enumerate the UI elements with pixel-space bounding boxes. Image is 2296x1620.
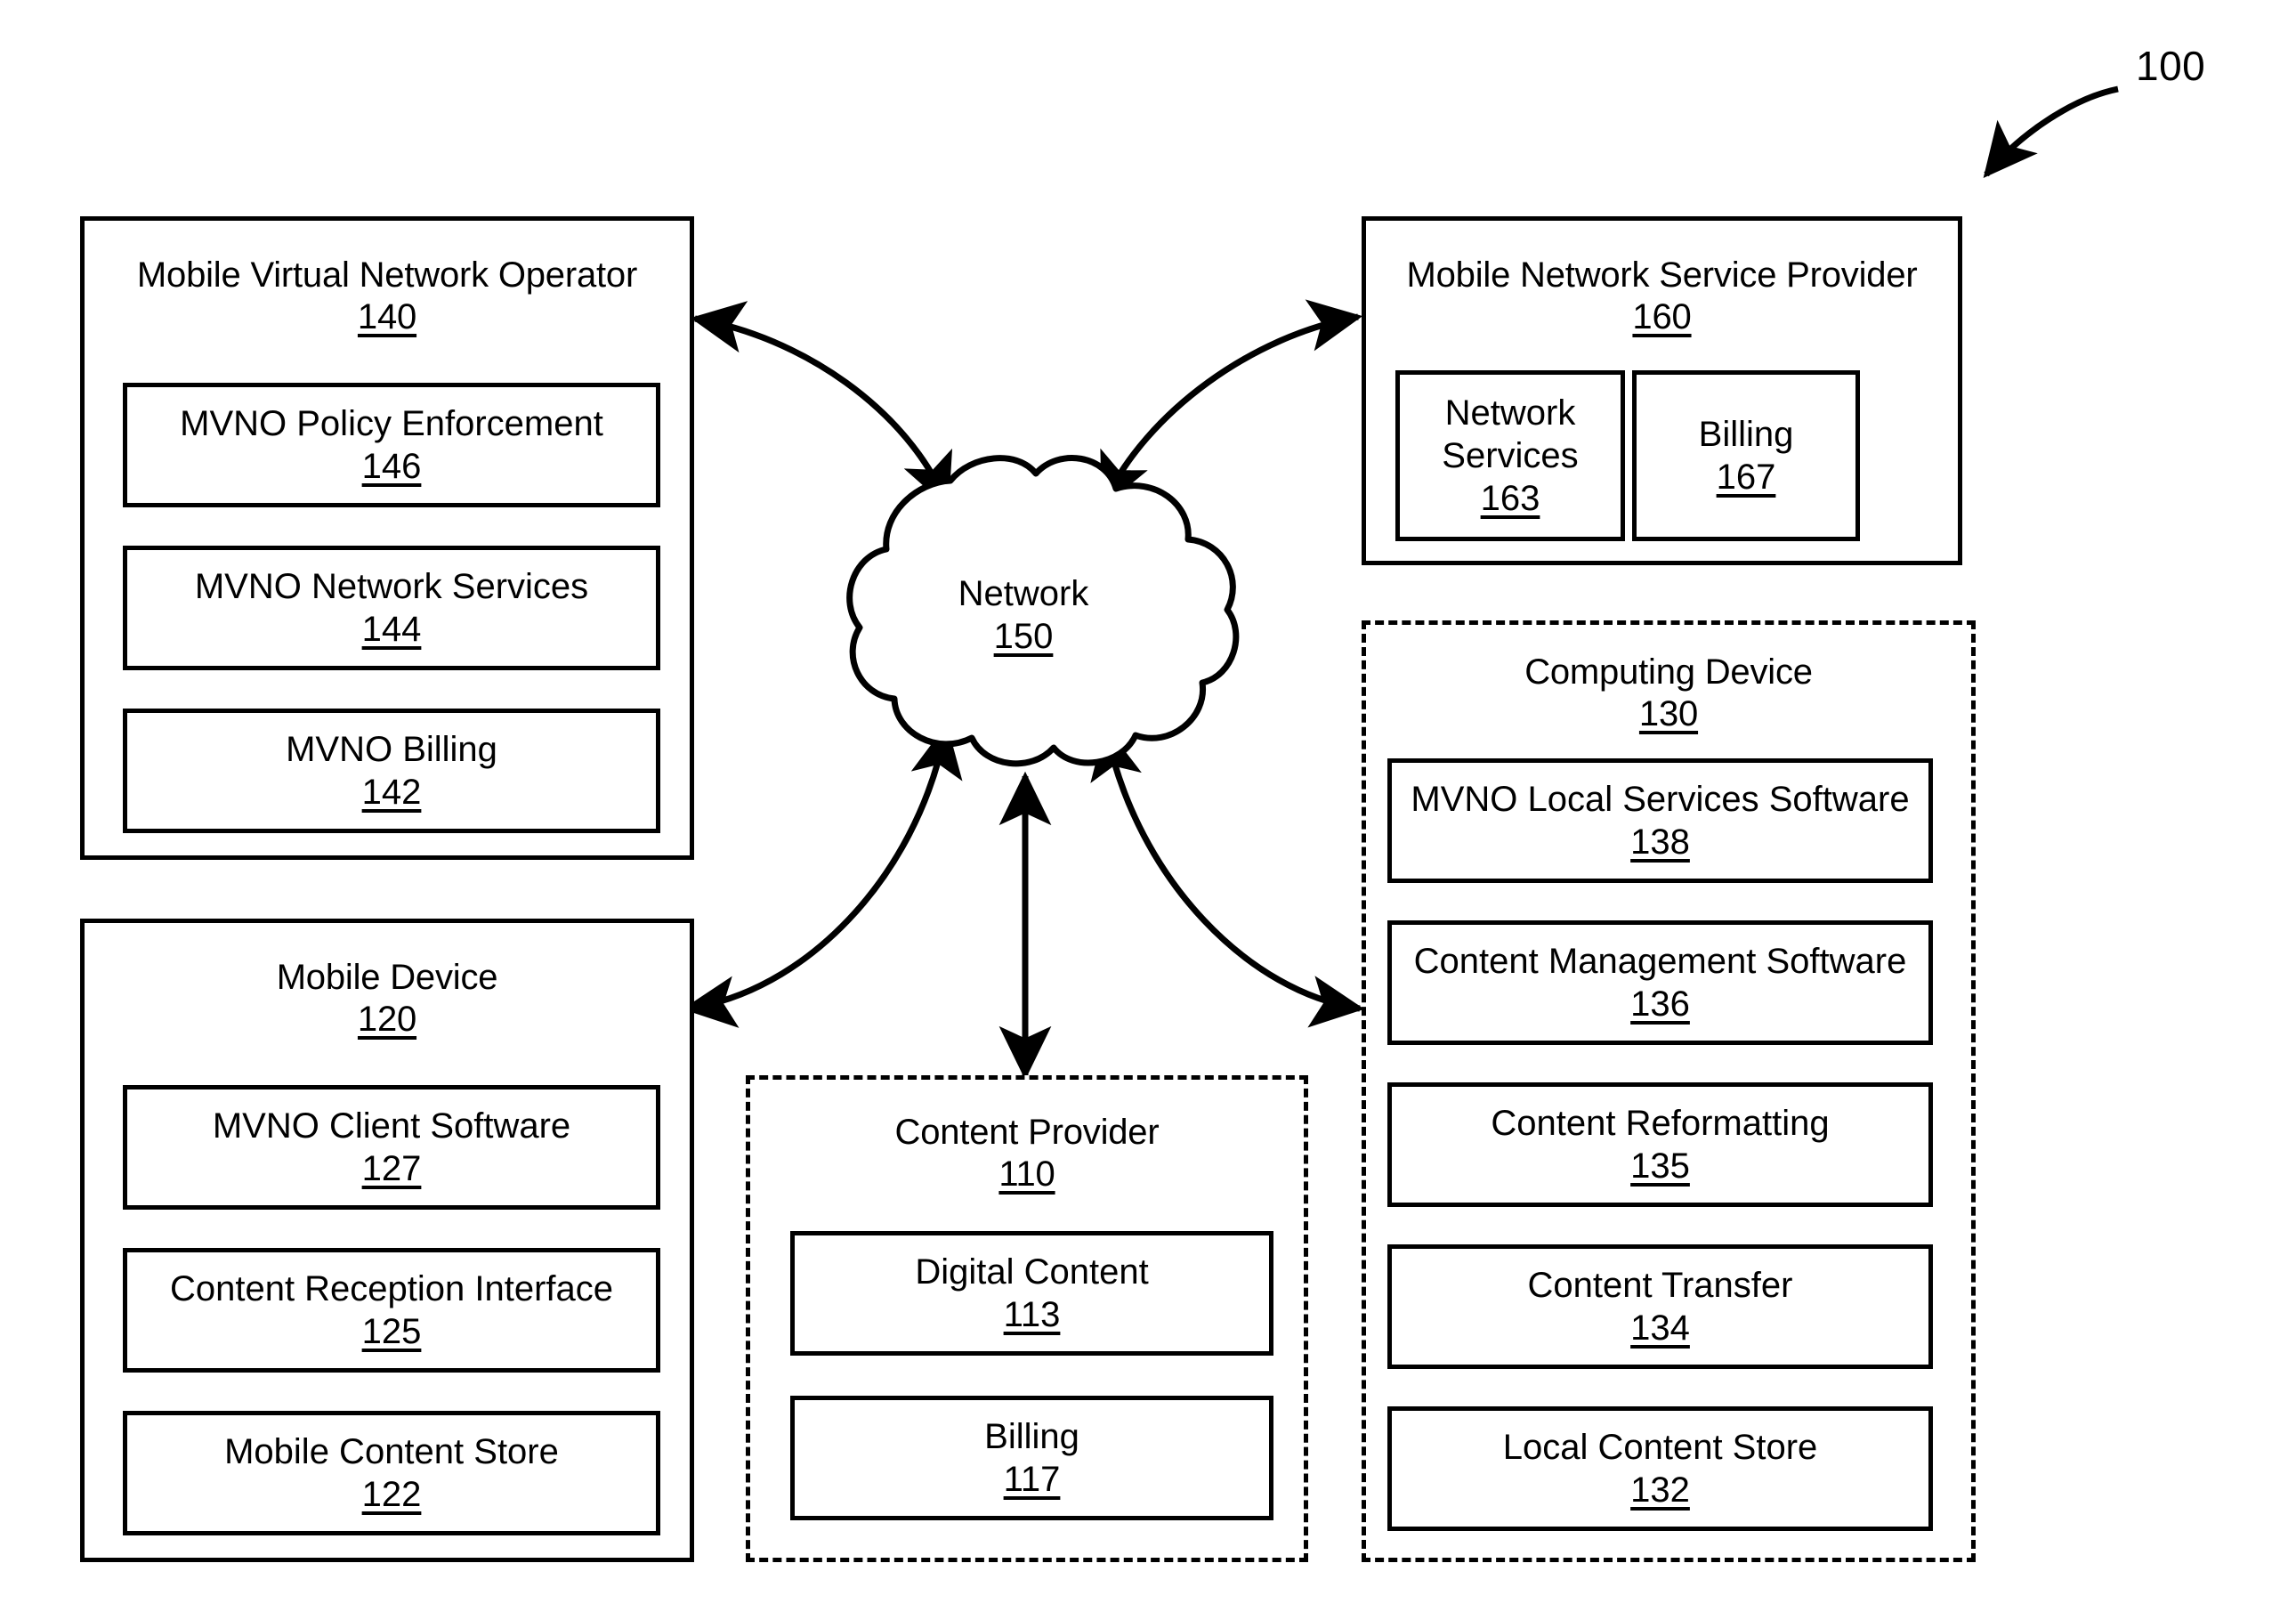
sub-ref-content-transfer: 134 bbox=[1630, 1308, 1690, 1348]
node-mobile-network-service-provider[interactable]: Mobile Network Service Provider 160 Netw… bbox=[1362, 216, 1962, 565]
sub-label-mobile-content-store: Mobile Content Store bbox=[224, 1432, 559, 1471]
node-network-cloud[interactable]: Network 150 bbox=[805, 450, 1241, 774]
sub-ref-mvno-policy-enforcement: 146 bbox=[361, 447, 422, 486]
sub-ref-digital-content: 113 bbox=[1003, 1295, 1061, 1334]
node-title-network: Network 150 bbox=[805, 572, 1241, 658]
sub-label-content-provider-billing: Billing bbox=[984, 1417, 1079, 1456]
sub-digital-content[interactable]: Digital Content 113 bbox=[790, 1231, 1273, 1356]
sub-mobile-content-store[interactable]: Mobile Content Store 122 bbox=[123, 1411, 660, 1535]
sub-content-transfer[interactable]: Content Transfer 134 bbox=[1387, 1244, 1933, 1369]
node-ref-mobile-device: 120 bbox=[357, 1000, 417, 1040]
sub-local-content-store[interactable]: Local Content Store 132 bbox=[1387, 1406, 1933, 1531]
node-content-provider[interactable]: Content Provider 110 Digital Content 113… bbox=[746, 1075, 1308, 1562]
node-ref-computing-device: 130 bbox=[1638, 694, 1699, 734]
figure-canvas: 100 Mobile Virtual Network Operator 140 … bbox=[0, 0, 2296, 1620]
node-mobile-device[interactable]: Mobile Device 120 MVNO Client Software 1… bbox=[80, 919, 694, 1562]
sub-label-mvno-client-software: MVNO Client Software bbox=[212, 1106, 571, 1146]
sub-label-digital-content: Digital Content bbox=[915, 1252, 1149, 1292]
sub-label-mvno-network-services: MVNO Network Services bbox=[194, 567, 589, 606]
sub-ref-content-reception-interface: 125 bbox=[361, 1312, 422, 1351]
node-label-mvno: Mobile Virtual Network Operator bbox=[136, 255, 638, 295]
node-title-mobile-device: Mobile Device 120 bbox=[85, 957, 690, 1041]
node-title-content-provider: Content Provider 110 bbox=[750, 1112, 1304, 1195]
sub-label-mvno-billing: MVNO Billing bbox=[286, 730, 497, 769]
sub-ref-mvno-local-services-software: 138 bbox=[1630, 822, 1690, 862]
node-title-mvno: Mobile Virtual Network Operator 140 bbox=[85, 255, 690, 338]
node-label-content-provider: Content Provider bbox=[894, 1113, 1160, 1152]
node-computing-device[interactable]: Computing Device 130 MVNO Local Services… bbox=[1362, 620, 1976, 1562]
sub-mnsp-billing[interactable]: Billing 167 bbox=[1632, 370, 1860, 541]
sub-mnsp-network-services[interactable]: Network Services 163 bbox=[1395, 370, 1625, 541]
node-label-network: Network bbox=[958, 574, 1089, 613]
node-ref-content-provider: 110 bbox=[998, 1154, 1055, 1195]
sub-ref-mvno-billing: 142 bbox=[361, 773, 422, 812]
sub-ref-content-reformatting: 135 bbox=[1630, 1146, 1690, 1186]
sub-ref-local-content-store: 132 bbox=[1630, 1470, 1690, 1510]
sub-mvno-client-software[interactable]: MVNO Client Software 127 bbox=[123, 1085, 660, 1210]
sub-content-reformatting[interactable]: Content Reformatting 135 bbox=[1387, 1082, 1933, 1207]
sub-label-mvno-local-services-software: MVNO Local Services Software bbox=[1411, 780, 1910, 819]
sub-mvno-local-services-software[interactable]: MVNO Local Services Software 138 bbox=[1387, 758, 1933, 883]
sub-label-mnsp-network-services: Network Services bbox=[1442, 393, 1579, 475]
node-label-mnsp: Mobile Network Service Provider bbox=[1406, 255, 1918, 295]
node-ref-mnsp: 160 bbox=[1632, 297, 1692, 337]
sub-ref-mvno-client-software: 127 bbox=[361, 1149, 422, 1188]
node-mobile-virtual-network-operator[interactable]: Mobile Virtual Network Operator 140 MVNO… bbox=[80, 216, 694, 860]
figure-reference-label: 100 bbox=[2136, 43, 2206, 89]
sub-ref-content-management-software: 136 bbox=[1630, 984, 1690, 1024]
node-title-computing-device: Computing Device 130 bbox=[1366, 652, 1971, 735]
node-ref-network: 150 bbox=[993, 617, 1054, 656]
sub-mvno-policy-enforcement[interactable]: MVNO Policy Enforcement 146 bbox=[123, 383, 660, 507]
sub-mvno-billing[interactable]: MVNO Billing 142 bbox=[123, 709, 660, 833]
sub-label-local-content-store: Local Content Store bbox=[1502, 1428, 1818, 1467]
sub-label-content-transfer: Content Transfer bbox=[1527, 1266, 1793, 1305]
sub-label-mnsp-billing: Billing bbox=[1698, 415, 1794, 454]
sub-content-reception-interface[interactable]: Content Reception Interface 125 bbox=[123, 1248, 660, 1373]
sub-ref-mobile-content-store: 122 bbox=[361, 1475, 422, 1514]
sub-ref-mnsp-billing: 167 bbox=[1716, 458, 1776, 497]
node-title-mnsp: Mobile Network Service Provider 160 bbox=[1366, 255, 1958, 338]
node-ref-mvno: 140 bbox=[357, 297, 417, 337]
sub-label-mvno-policy-enforcement: MVNO Policy Enforcement bbox=[180, 404, 603, 443]
sub-label-content-management-software: Content Management Software bbox=[1413, 942, 1907, 981]
sub-label-content-reformatting: Content Reformatting bbox=[1491, 1104, 1830, 1143]
sub-ref-mvno-network-services: 144 bbox=[361, 610, 422, 649]
sub-content-management-software[interactable]: Content Management Software 136 bbox=[1387, 920, 1933, 1045]
node-label-computing-device: Computing Device bbox=[1524, 652, 1813, 692]
sub-ref-content-provider-billing: 117 bbox=[1003, 1460, 1061, 1499]
node-label-mobile-device: Mobile Device bbox=[276, 958, 498, 997]
sub-content-provider-billing[interactable]: Billing 117 bbox=[790, 1396, 1273, 1520]
sub-ref-mnsp-network-services: 163 bbox=[1480, 479, 1540, 518]
sub-mvno-network-services[interactable]: MVNO Network Services 144 bbox=[123, 546, 660, 670]
sub-label-content-reception-interface: Content Reception Interface bbox=[169, 1269, 614, 1308]
